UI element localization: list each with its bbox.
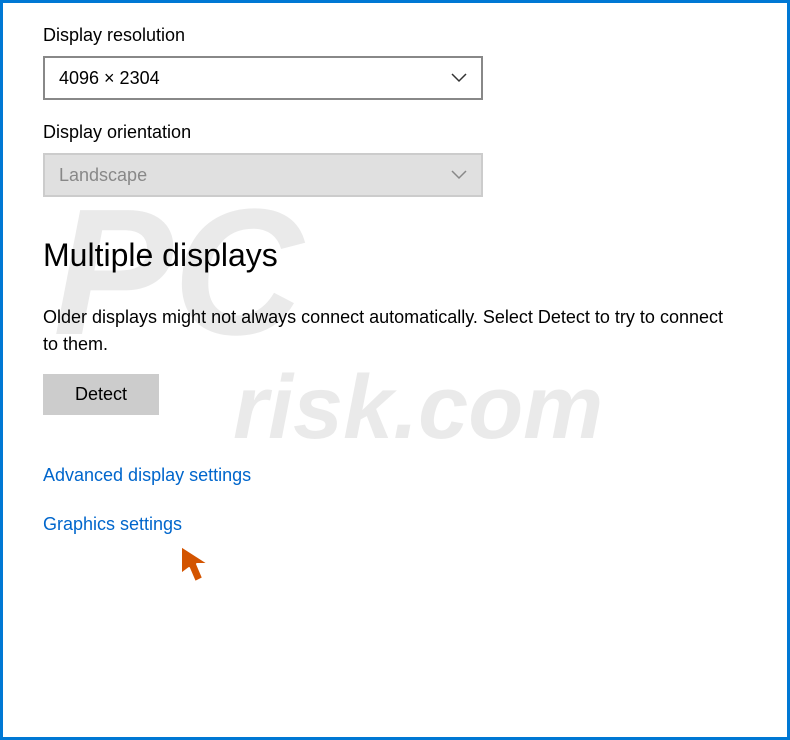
orientation-dropdown[interactable]: Landscape: [43, 153, 483, 197]
multiple-displays-description: Older displays might not always connect …: [43, 304, 723, 358]
resolution-dropdown[interactable]: 4096 × 2304: [43, 56, 483, 100]
orientation-value: Landscape: [59, 165, 147, 186]
settings-window: PC risk.com Display resolution 4096 × 23…: [0, 0, 790, 740]
resolution-value: 4096 × 2304: [59, 68, 160, 89]
chevron-down-icon: [451, 167, 467, 183]
multiple-displays-heading: Multiple displays: [43, 237, 747, 274]
orientation-label: Display orientation: [43, 122, 747, 143]
resolution-label: Display resolution: [43, 25, 747, 46]
detect-button[interactable]: Detect: [43, 374, 159, 415]
chevron-down-icon: [451, 70, 467, 86]
advanced-display-settings-link[interactable]: Advanced display settings: [43, 465, 747, 486]
pointer-cursor-icon: [175, 544, 217, 597]
content-area: Display resolution 4096 × 2304 Display o…: [43, 25, 747, 535]
graphics-settings-link[interactable]: Graphics settings: [43, 514, 747, 535]
